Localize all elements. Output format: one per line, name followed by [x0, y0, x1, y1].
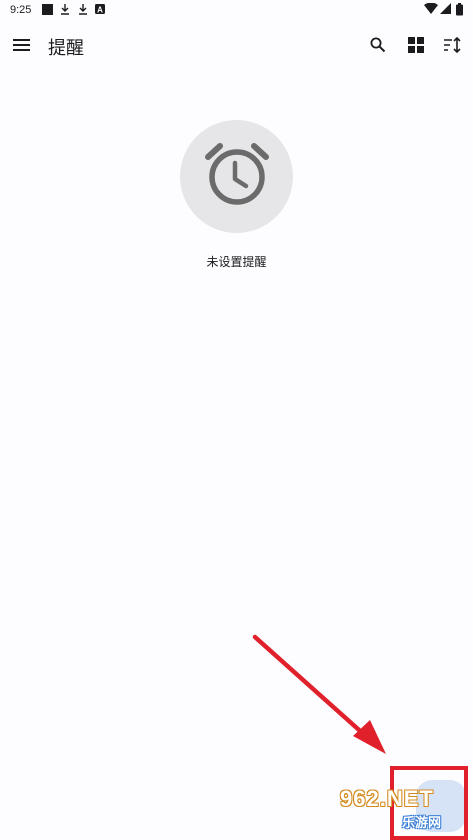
watermark-top-text: 962.NET	[340, 786, 434, 811]
annotation-arrow	[252, 634, 386, 754]
watermark-logo: 962.NET 乐游网	[332, 786, 452, 836]
watermark-bottom-text: 乐游网	[402, 815, 442, 830]
